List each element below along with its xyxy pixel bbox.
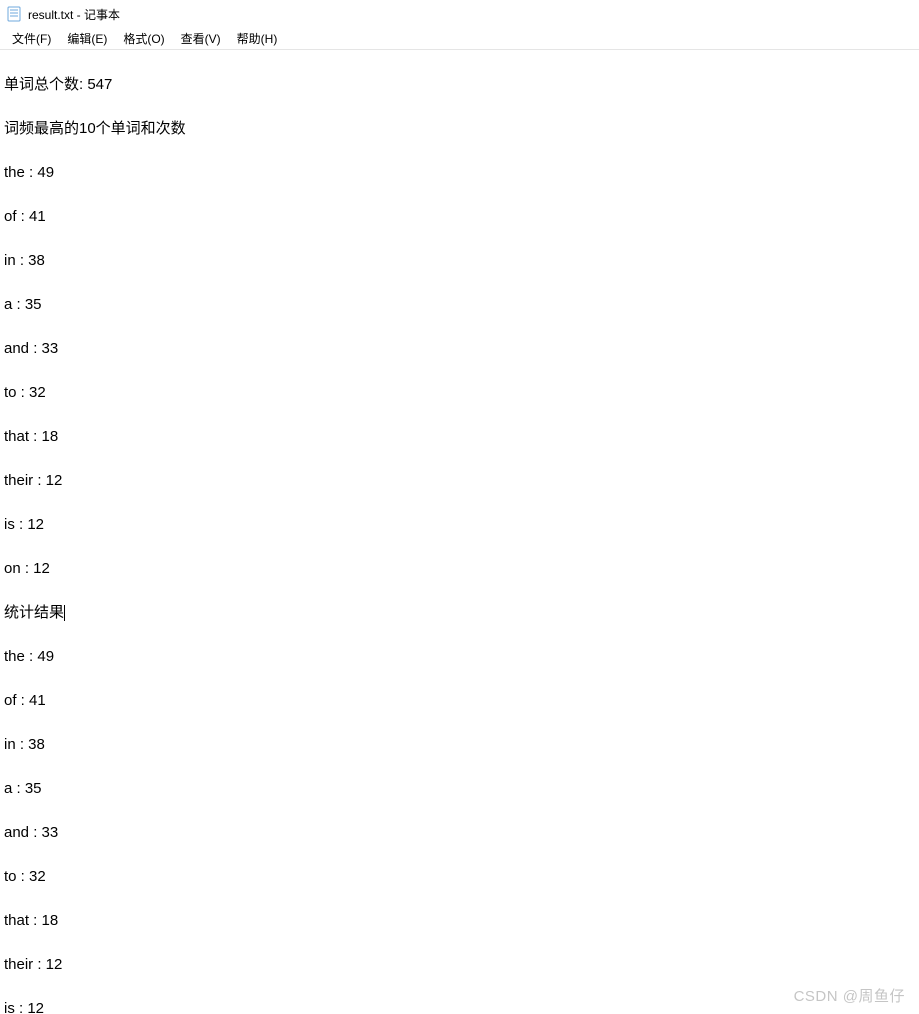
menu-format[interactable]: 格式(O) xyxy=(115,28,172,49)
stats-line: is : 12 xyxy=(4,998,915,1014)
stats-line: of : 41 xyxy=(4,690,915,712)
top10-line: is : 12 xyxy=(4,514,915,536)
menu-view[interactable]: 查看(V) xyxy=(173,28,229,49)
top10-line: of : 41 xyxy=(4,206,915,228)
menu-help[interactable]: 帮助(H) xyxy=(229,28,286,49)
total-count-line: 单词总个数: 547 xyxy=(4,74,915,96)
stats-line: and : 33 xyxy=(4,822,915,844)
stats-line: their : 12 xyxy=(4,954,915,976)
top10-line: that : 18 xyxy=(4,426,915,448)
menu-edit[interactable]: 编辑(E) xyxy=(59,28,115,49)
stats-line: in : 38 xyxy=(4,734,915,756)
menu-file[interactable]: 文件(F) xyxy=(4,28,59,49)
top10-line: in : 38 xyxy=(4,250,915,272)
top10-line: a : 35 xyxy=(4,294,915,316)
top10-line: and : 33 xyxy=(4,338,915,360)
notepad-icon xyxy=(6,6,22,22)
top10-line: their : 12 xyxy=(4,470,915,492)
titlebar: result.txt - 记事本 xyxy=(0,0,919,28)
top10-line: the : 49 xyxy=(4,162,915,184)
top10-line: to : 32 xyxy=(4,382,915,404)
stats-line: a : 35 xyxy=(4,778,915,800)
top10-line: on : 12 xyxy=(4,558,915,580)
stats-header: 统计结果 xyxy=(4,602,915,624)
stats-line: that : 18 xyxy=(4,910,915,932)
top10-header: 词频最高的10个单词和次数 xyxy=(4,118,915,140)
stats-line: to : 32 xyxy=(4,866,915,888)
window-title: result.txt - 记事本 xyxy=(28,6,120,23)
stats-line: the : 49 xyxy=(4,646,915,668)
text-area[interactable]: 单词总个数: 547 词频最高的10个单词和次数 the : 49 of : 4… xyxy=(0,50,919,1014)
menubar: 文件(F) 编辑(E) 格式(O) 查看(V) 帮助(H) xyxy=(0,28,919,50)
